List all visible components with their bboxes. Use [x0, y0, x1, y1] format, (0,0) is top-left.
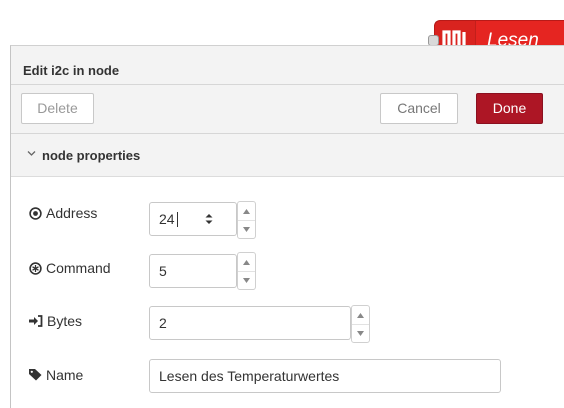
asterisk-circle-icon: [29, 261, 42, 275]
command-label-row: Command: [29, 260, 111, 276]
chevron-down-icon: [27, 147, 36, 161]
spinner-down-icon[interactable]: [238, 271, 255, 289]
cancel-button[interactable]: Cancel: [380, 93, 458, 124]
tag-icon: [29, 369, 42, 381]
dot-circle-icon: [29, 206, 42, 220]
spinner-down-icon[interactable]: [238, 220, 255, 238]
spinner-up-icon[interactable]: [352, 306, 369, 325]
delete-button[interactable]: Delete: [21, 93, 94, 124]
select-arrows-icon[interactable]: [204, 212, 214, 226]
tray-toolbar: Delete Cancel Done: [11, 85, 564, 134]
address-label: Address: [46, 205, 98, 221]
command-spinner[interactable]: [237, 252, 256, 290]
done-button[interactable]: Done: [476, 93, 543, 124]
command-input[interactable]: 5: [149, 254, 237, 288]
address-spinner[interactable]: [237, 201, 256, 239]
spinner-down-icon[interactable]: [352, 324, 369, 342]
bytes-spinner[interactable]: [351, 305, 370, 343]
address-label-row: Address: [29, 205, 97, 221]
sign-in-icon: [29, 315, 43, 327]
section-label: node properties: [42, 148, 141, 163]
bytes-value: 2: [159, 315, 167, 331]
tray-title: Edit i2c in node: [23, 63, 120, 78]
node-properties-header[interactable]: node properties: [11, 134, 564, 177]
address-value: 24: [159, 211, 175, 227]
spinner-up-icon[interactable]: [238, 202, 255, 221]
tray-header: Edit i2c in node: [11, 46, 564, 85]
address-input[interactable]: 24: [149, 202, 237, 236]
name-input[interactable]: Lesen des Temperaturwertes: [149, 359, 501, 393]
name-value: Lesen des Temperaturwertes: [159, 368, 340, 384]
bytes-input[interactable]: 2: [149, 306, 351, 340]
name-label: Name: [46, 367, 84, 383]
bytes-label: Bytes: [47, 313, 83, 329]
command-label: Command: [46, 260, 111, 276]
text-caret: [177, 212, 178, 227]
edit-tray: Edit i2c in node Delete Cancel Done node…: [10, 45, 564, 408]
spinner-up-icon[interactable]: [238, 253, 255, 272]
name-label-row: Name: [29, 367, 83, 383]
bytes-label-row: Bytes: [29, 313, 82, 329]
command-value: 5: [159, 263, 167, 279]
